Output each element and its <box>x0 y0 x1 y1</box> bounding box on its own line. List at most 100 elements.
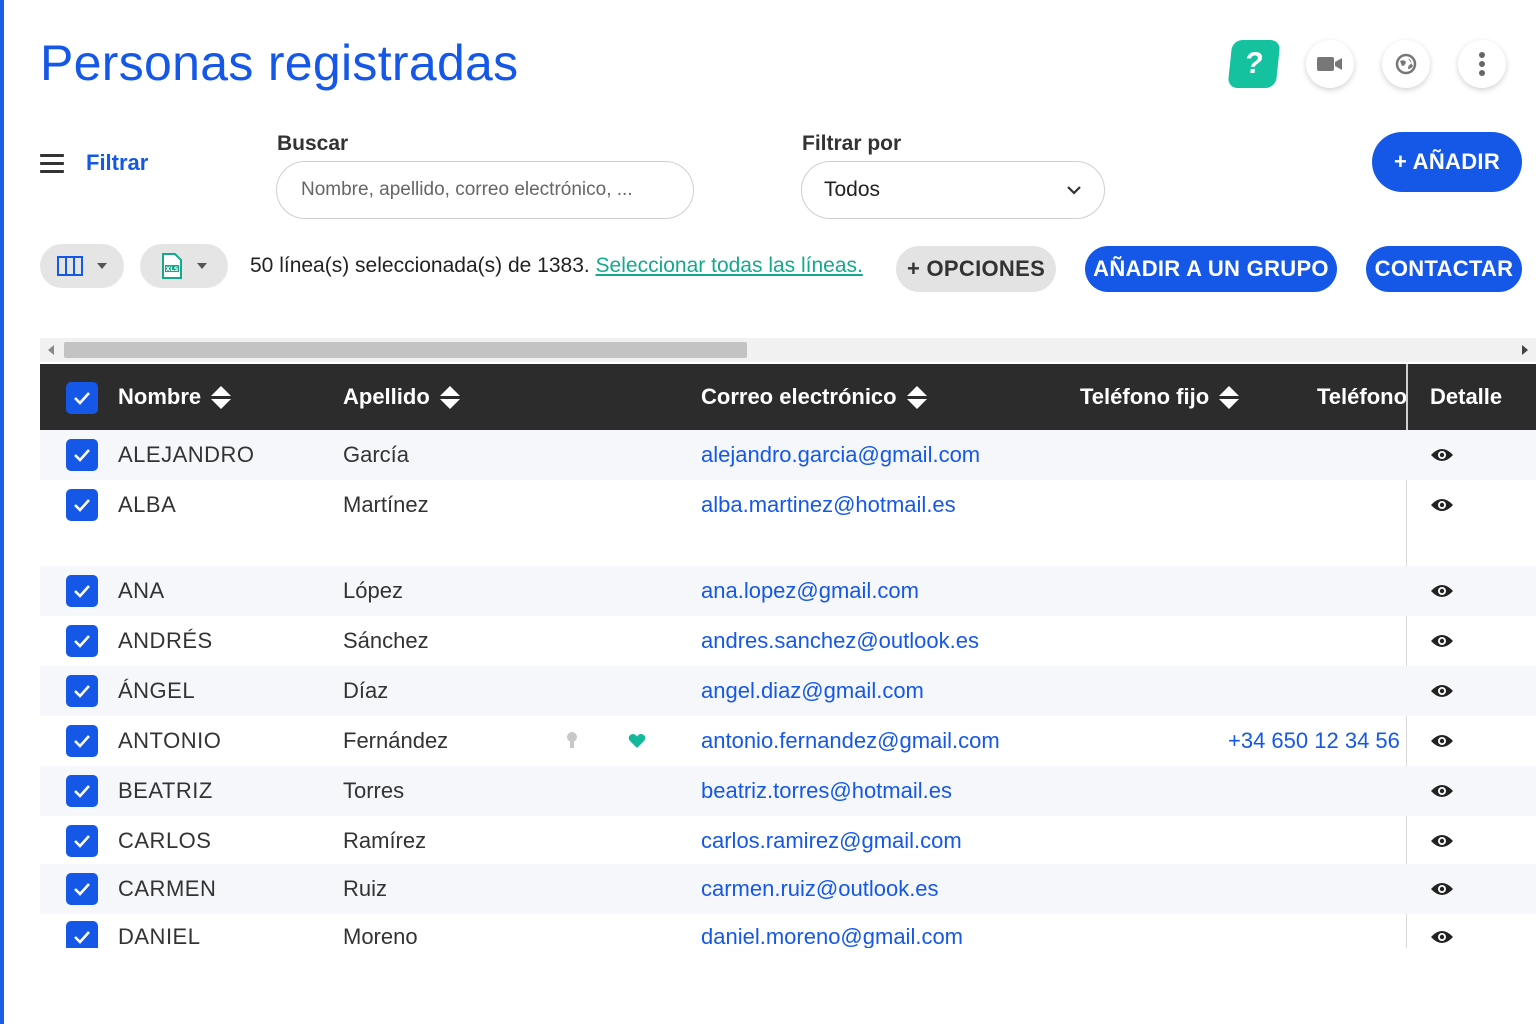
view-detail-button[interactable] <box>1430 430 1454 480</box>
check-icon <box>74 635 90 648</box>
options-button[interactable]: + OPCIONES <box>896 246 1056 292</box>
view-detail-button[interactable] <box>1430 480 1454 530</box>
more-options-button[interactable] <box>1458 40 1506 88</box>
help-icon: ? <box>1243 47 1265 80</box>
cell-email[interactable]: alejandro.garcia@gmail.com <box>701 430 980 480</box>
sort-icon[interactable] <box>1219 385 1240 409</box>
left-accent-bar <box>0 0 4 1024</box>
column-header-last-name[interactable]: Apellido <box>343 364 460 430</box>
row-checkbox[interactable] <box>66 675 98 707</box>
search-input[interactable] <box>276 161 694 219</box>
view-detail-button[interactable] <box>1430 666 1454 716</box>
eye-icon <box>1431 499 1453 511</box>
globe-button[interactable] <box>1382 40 1430 88</box>
cell-email[interactable]: angel.diaz@gmail.com <box>701 666 924 716</box>
row-checkbox[interactable] <box>66 575 98 607</box>
cell-email[interactable]: carlos.ramirez@gmail.com <box>701 816 962 866</box>
add-button[interactable]: + AÑADIR <box>1372 132 1522 192</box>
check-icon <box>74 931 90 944</box>
pin-icon[interactable] <box>566 716 578 766</box>
page-title: Personas registradas <box>40 35 519 91</box>
sort-icon[interactable] <box>906 385 927 409</box>
cell-name: ANTONIO <box>118 728 222 753</box>
filter-by-select[interactable]: Todos <box>801 161 1105 219</box>
scroll-left-icon[interactable] <box>48 345 54 355</box>
row-checkbox[interactable] <box>66 873 98 905</box>
row-checkbox[interactable] <box>66 725 98 757</box>
cell-email[interactable]: alba.martinez@hotmail.es <box>701 480 956 530</box>
column-header-phone[interactable]: Teléfono <box>1317 364 1407 430</box>
column-header-email[interactable]: Correo electrónico <box>701 364 927 430</box>
row-checkbox[interactable] <box>66 825 98 857</box>
sort-icon[interactable] <box>439 385 460 409</box>
check-icon <box>74 449 90 462</box>
columns-button[interactable] <box>40 244 124 288</box>
cell-name: ALBA <box>118 492 177 517</box>
table-row[interactable]: ÁNGEL Díaz angel.diaz@gmail.com <box>40 666 1536 716</box>
cell-last-name: García <box>343 442 410 467</box>
table-row[interactable]: ANDRÉS Sánchez andres.sanchez@outlook.es <box>40 616 1536 666</box>
view-detail-button[interactable] <box>1430 616 1454 666</box>
cell-email[interactable]: andres.sanchez@outlook.es <box>701 616 979 666</box>
view-detail-button[interactable] <box>1430 766 1454 816</box>
scrollbar-thumb[interactable] <box>64 342 747 358</box>
cell-name: ÁNGEL <box>118 678 196 703</box>
cell-email[interactable]: carmen.ruiz@outlook.es <box>701 864 939 914</box>
column-phone-label: Teléfono <box>1317 384 1408 409</box>
column-header-name[interactable]: Nombre <box>118 364 232 430</box>
table-row[interactable]: BEATRIZ Torres beatriz.torres@hotmail.es <box>40 766 1536 816</box>
view-detail-button[interactable] <box>1430 716 1454 766</box>
row-checkbox[interactable] <box>66 625 98 657</box>
table-row[interactable]: ANA López ana.lopez@gmail.com <box>40 566 1536 616</box>
table-row[interactable]: CARLOS Ramírez carlos.ramirez@gmail.com <box>40 816 1536 866</box>
column-landline-label: Teléfono fijo <box>1080 384 1210 409</box>
caret-down-icon <box>97 263 107 269</box>
view-detail-button[interactable] <box>1430 912 1454 948</box>
cell-email[interactable]: beatriz.torres@hotmail.es <box>701 766 952 816</box>
export-xls-button[interactable]: XLS <box>140 244 228 288</box>
column-name-label: Nombre <box>118 384 202 409</box>
filter-toggle-label: Filtrar <box>86 150 149 175</box>
select-all-link[interactable]: Seleccionar todas las líneas. <box>596 254 863 277</box>
filter-by-label: Filtrar por <box>802 132 902 155</box>
row-checkbox[interactable] <box>66 775 98 807</box>
scroll-right-icon[interactable] <box>1522 345 1528 355</box>
video-button[interactable] <box>1306 40 1354 88</box>
menu-icon <box>40 153 64 173</box>
cell-email[interactable]: daniel.moreno@gmail.com <box>701 912 963 948</box>
check-icon <box>74 835 90 848</box>
view-detail-button[interactable] <box>1430 816 1454 866</box>
row-checkbox[interactable] <box>66 489 98 521</box>
header-toolbar: ? <box>1227 40 1506 88</box>
row-checkbox[interactable] <box>66 921 98 948</box>
caret-down-icon <box>197 263 207 269</box>
heart-icon[interactable] <box>628 716 646 766</box>
sort-icon[interactable] <box>211 385 232 409</box>
check-icon <box>74 785 90 798</box>
view-detail-button[interactable] <box>1430 864 1454 914</box>
table-row[interactable]: CARMEN Ruiz carmen.ruiz@outlook.es <box>40 864 1536 914</box>
table-row[interactable]: ALEJANDRO García alejandro.garcia@gmail.co… <box>40 430 1536 480</box>
row-checkbox[interactable] <box>66 439 98 471</box>
selection-count-text: 50 línea(s) seleccionada(s) de 1383. <box>250 254 590 277</box>
cell-phone[interactable]: +34 650 12 34 56 <box>1228 716 1400 766</box>
chevron-down-icon <box>1067 186 1081 195</box>
cell-email[interactable]: antonio.fernandez@gmail.com <box>701 716 1000 766</box>
horizontal-scrollbar[interactable] <box>40 338 1536 362</box>
table-row[interactable]: ANTONIO Fernández antonio.fernandez@gmail.… <box>40 716 1536 766</box>
table-row[interactable]: DANIEL Moreno daniel.moreno@gmail.com <box>40 912 1536 948</box>
filter-by-value: Todos <box>824 178 881 201</box>
view-detail-button[interactable] <box>1430 566 1454 616</box>
add-to-group-button[interactable]: AÑADIR A UN GRUPO <box>1085 246 1337 292</box>
cell-last-name: Moreno <box>343 924 418 948</box>
cell-email[interactable]: ana.lopez@gmail.com <box>701 566 919 616</box>
eye-icon <box>1431 785 1453 797</box>
filter-toggle[interactable]: Filtrar <box>40 150 148 176</box>
contact-button[interactable]: CONTACTAR <box>1366 246 1522 292</box>
cell-last-name: Sánchez <box>343 628 429 653</box>
column-header-landline[interactable]: Teléfono fijo <box>1080 364 1240 430</box>
cell-name: CARLOS <box>118 828 212 853</box>
table-row[interactable]: ALBA Martínez alba.martinez@hotmail.es <box>40 480 1536 566</box>
help-button[interactable]: ? <box>1227 40 1281 88</box>
select-all-checkbox[interactable] <box>66 382 98 414</box>
